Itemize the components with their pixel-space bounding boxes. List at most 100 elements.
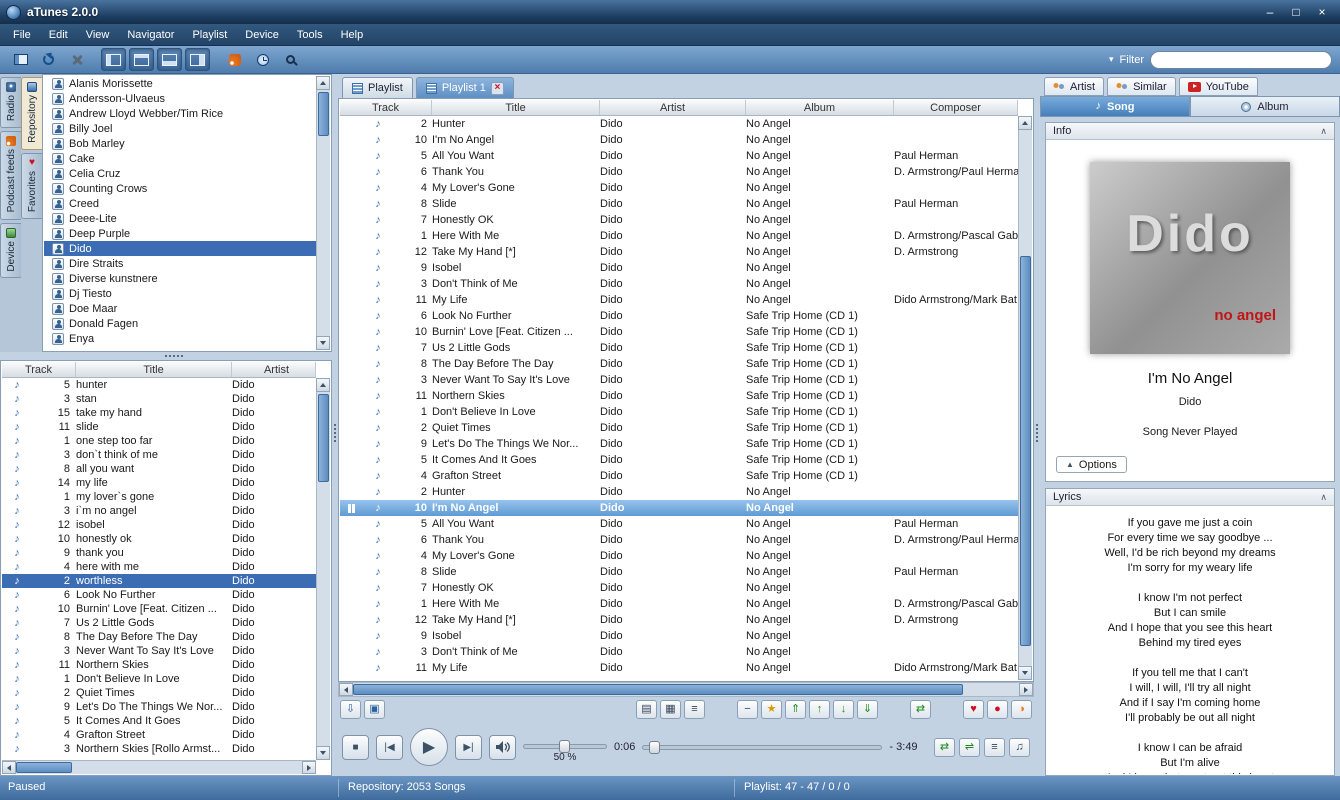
- playlist-row[interactable]: ♪ 2 Quiet Times Dido Safe Trip Home (CD 1): [340, 420, 1018, 436]
- navigation-table-row[interactable]: ♪ 1 my lover`s gone Dido: [2, 490, 316, 504]
- artist-tree-item[interactable]: Enya: [44, 331, 316, 346]
- navigation-table-row[interactable]: ♪ 8 all you want Dido: [2, 462, 316, 476]
- playlist-row[interactable]: ♪ 6 Thank You Dido No Angel D. Armstrong/Paul…: [340, 164, 1018, 180]
- navigation-table-row[interactable]: ♪ 10 honestly ok Dido: [2, 532, 316, 546]
- menu-tools[interactable]: Tools: [288, 26, 332, 44]
- navigation-table-row[interactable]: ♪ 4 here with me Dido: [2, 560, 316, 574]
- next-button[interactable]: ▶|: [455, 734, 482, 760]
- show-cover-button[interactable]: ▤: [636, 700, 657, 719]
- tab-youtube[interactable]: YouTube: [1178, 77, 1258, 96]
- navigation-table-row[interactable]: ♪ 3 stan Dido: [2, 392, 316, 406]
- navigation-table-row[interactable]: ♪ 3 don`t think of me Dido: [2, 448, 316, 462]
- navigation-table-row[interactable]: ♪ 9 thank you Dido: [2, 546, 316, 560]
- options-button[interactable]: ▲ Options: [1056, 456, 1127, 473]
- artist-tree-item[interactable]: Creed: [44, 196, 316, 211]
- scroll-left-button[interactable]: [339, 683, 353, 696]
- navigation-table-row[interactable]: ♪ 2 Quiet Times Dido: [2, 686, 316, 700]
- playlist-row[interactable]: ♪ 3 Don't Think of Me Dido No Angel: [340, 276, 1018, 292]
- column-header-track[interactable]: Track: [2, 362, 76, 377]
- navigation-table-row[interactable]: ♪ 12 isobel Dido: [2, 518, 316, 532]
- column-header-artist[interactable]: Artist: [600, 100, 746, 115]
- navigation-table-row[interactable]: ♪ 6 Look No Further Dido: [2, 588, 316, 602]
- playlist-row[interactable]: ♪ 1 Here With Me Dido No Angel D. Armstrong/P…: [340, 596, 1018, 612]
- playlist-row[interactable]: ♪ 11 My Life Dido No Angel Dido Armstrong/Mar…: [340, 292, 1018, 308]
- column-header-track[interactable]: Track: [340, 100, 432, 115]
- refresh-repository-button[interactable]: [36, 48, 61, 71]
- layout-toggle-context-button[interactable]: [185, 48, 210, 71]
- playlist-row[interactable]: ♪ 4 My Lover's Gone Dido No Angel: [340, 180, 1018, 196]
- scroll-right-button[interactable]: [1019, 683, 1033, 696]
- search-button[interactable]: [278, 48, 303, 71]
- minimize-button[interactable]: –: [1258, 4, 1282, 21]
- artist-tree-item[interactable]: Donald Fagen: [44, 316, 316, 331]
- tab-playlist-1[interactable]: Playlist 1 ×: [415, 77, 514, 98]
- repeat-button[interactable]: ⇄: [934, 737, 955, 757]
- tab-album[interactable]: Album: [1190, 96, 1340, 117]
- nav-tab-radio[interactable]: Radio: [0, 77, 21, 129]
- nav-tab-podcast-feeds[interactable]: Podcast feeds: [0, 131, 21, 220]
- artist-tree-item[interactable]: Cake: [44, 151, 316, 166]
- filter-label[interactable]: Filter: [1120, 54, 1144, 66]
- tab-playlist[interactable]: Playlist: [342, 77, 413, 98]
- artist-tree-item[interactable]: Dire Straits: [44, 256, 316, 271]
- play-button[interactable]: ▶: [410, 728, 448, 766]
- playlist-row[interactable]: ♪ 4 My Lover's Gone Dido No Angel: [340, 548, 1018, 564]
- navigation-table-row[interactable]: ♪ 5 hunter Dido: [2, 378, 316, 392]
- remove-song-button[interactable]: −: [737, 700, 758, 719]
- playlist-row[interactable]: ♪ 3 Don't Think of Me Dido No Angel: [340, 644, 1018, 660]
- scroll-left-button[interactable]: [2, 761, 16, 774]
- layout-toggle-properties-button[interactable]: [157, 48, 182, 71]
- navigation-table-row[interactable]: ♪ 11 slide Dido: [2, 420, 316, 434]
- artist-tree-item[interactable]: Bob Marley: [44, 136, 316, 151]
- artist-tree-item[interactable]: Dido: [44, 241, 316, 256]
- navigation-table-horizontal-scrollbar[interactable]: [2, 760, 316, 774]
- show-properties-button[interactable]: ≡: [684, 700, 705, 719]
- volume-slider[interactable]: [523, 739, 607, 753]
- tab-song[interactable]: ♪ Song: [1040, 96, 1190, 117]
- playlist-row[interactable]: ♪ 7 Honestly OK Dido No Angel: [340, 212, 1018, 228]
- playlist-row[interactable]: ♪ 9 Isobel Dido No Angel: [340, 628, 1018, 644]
- progress-knob[interactable]: [648, 740, 660, 754]
- navigation-table-row[interactable]: ♪ 3 Never Want To Say It's Love Dido: [2, 644, 316, 658]
- artist-tree-item[interactable]: Diverse kunstnere: [44, 271, 316, 286]
- playlist-row[interactable]: ♪ 1 Don't Believe In Love Dido Safe Trip Hom…: [340, 404, 1018, 420]
- artist-tree-item[interactable]: Andersson-Ulvaeus: [44, 91, 316, 106]
- playlist-vertical-scrollbar[interactable]: [1018, 116, 1032, 680]
- move-up-button[interactable]: ↑: [809, 700, 830, 719]
- volume-knob[interactable]: [559, 739, 570, 753]
- love-song-button[interactable]: ●: [987, 700, 1008, 719]
- playlist-row[interactable]: ♪ 9 Isobel Dido No Angel: [340, 260, 1018, 276]
- playlist-row[interactable]: ♪ 8 Slide Dido No Angel Paul Herman: [340, 196, 1018, 212]
- podcast-button[interactable]: [222, 48, 247, 71]
- left-horizontal-splitter[interactable]: [0, 352, 332, 360]
- navigation-table-row[interactable]: ♪ 4 Grafton Street Dido: [2, 728, 316, 742]
- column-header-title[interactable]: Title: [76, 362, 232, 377]
- playlist-row[interactable]: ♪ 12 Take My Hand [*] Dido No Angel D. Armstr…: [340, 612, 1018, 628]
- playlist-row[interactable]: ♪ 6 Look No Further Dido Safe Trip Home (CD …: [340, 308, 1018, 324]
- artist-tree-item[interactable]: Deee-Lite: [44, 211, 316, 226]
- playlist-row[interactable]: ♪ 12 Take My Hand [*] Dido No Angel D. Armstr…: [340, 244, 1018, 260]
- playlist-row[interactable]: ♪ 6 Thank You Dido No Angel D. Armstrong/Paul…: [340, 532, 1018, 548]
- playlist-row[interactable]: ♪ 10 Burnin' Love [Feat. Citizen ... Dido Sa…: [340, 324, 1018, 340]
- scroll-down-button[interactable]: [1018, 666, 1032, 680]
- playlist-row[interactable]: ♪ 2 Hunter Dido No Angel: [340, 484, 1018, 500]
- tree-vertical-scrollbar[interactable]: [316, 76, 330, 350]
- shuffle-button[interactable]: ⇌: [959, 737, 980, 757]
- playlist-row[interactable]: ♪ 8 Slide Dido No Angel Paul Herman: [340, 564, 1018, 580]
- collapse-chevron-icon[interactable]: ∧: [1320, 126, 1327, 137]
- scrollbar-thumb[interactable]: [353, 684, 963, 695]
- navigation-table-row[interactable]: ♪ 11 Northern Skies Dido: [2, 658, 316, 672]
- move-to-top-button[interactable]: ⇑: [785, 700, 806, 719]
- artist-tree-item[interactable]: Billy Joel: [44, 121, 316, 136]
- artist-tree-item[interactable]: Dj Tiesto: [44, 286, 316, 301]
- scroll-down-button[interactable]: [316, 336, 330, 350]
- artist-tree-item[interactable]: Doe Maar: [44, 301, 316, 316]
- navigation-table-row[interactable]: ♪ 1 one step too far Dido: [2, 434, 316, 448]
- playlist-row[interactable]: ♪ 7 Honestly OK Dido No Angel: [340, 580, 1018, 596]
- column-header-artist[interactable]: Artist: [232, 362, 316, 377]
- playlist-row[interactable]: ♪ 4 Grafton Street Dido Safe Trip Home (CD 1…: [340, 468, 1018, 484]
- playlist-row[interactable]: ♪ 5 It Comes And It Goes Dido Safe Trip Home…: [340, 452, 1018, 468]
- navigation-table-row[interactable]: ♪ 2 worthless Dido: [2, 574, 316, 588]
- column-header-album[interactable]: Album: [746, 100, 894, 115]
- scroll-up-button[interactable]: [316, 378, 330, 392]
